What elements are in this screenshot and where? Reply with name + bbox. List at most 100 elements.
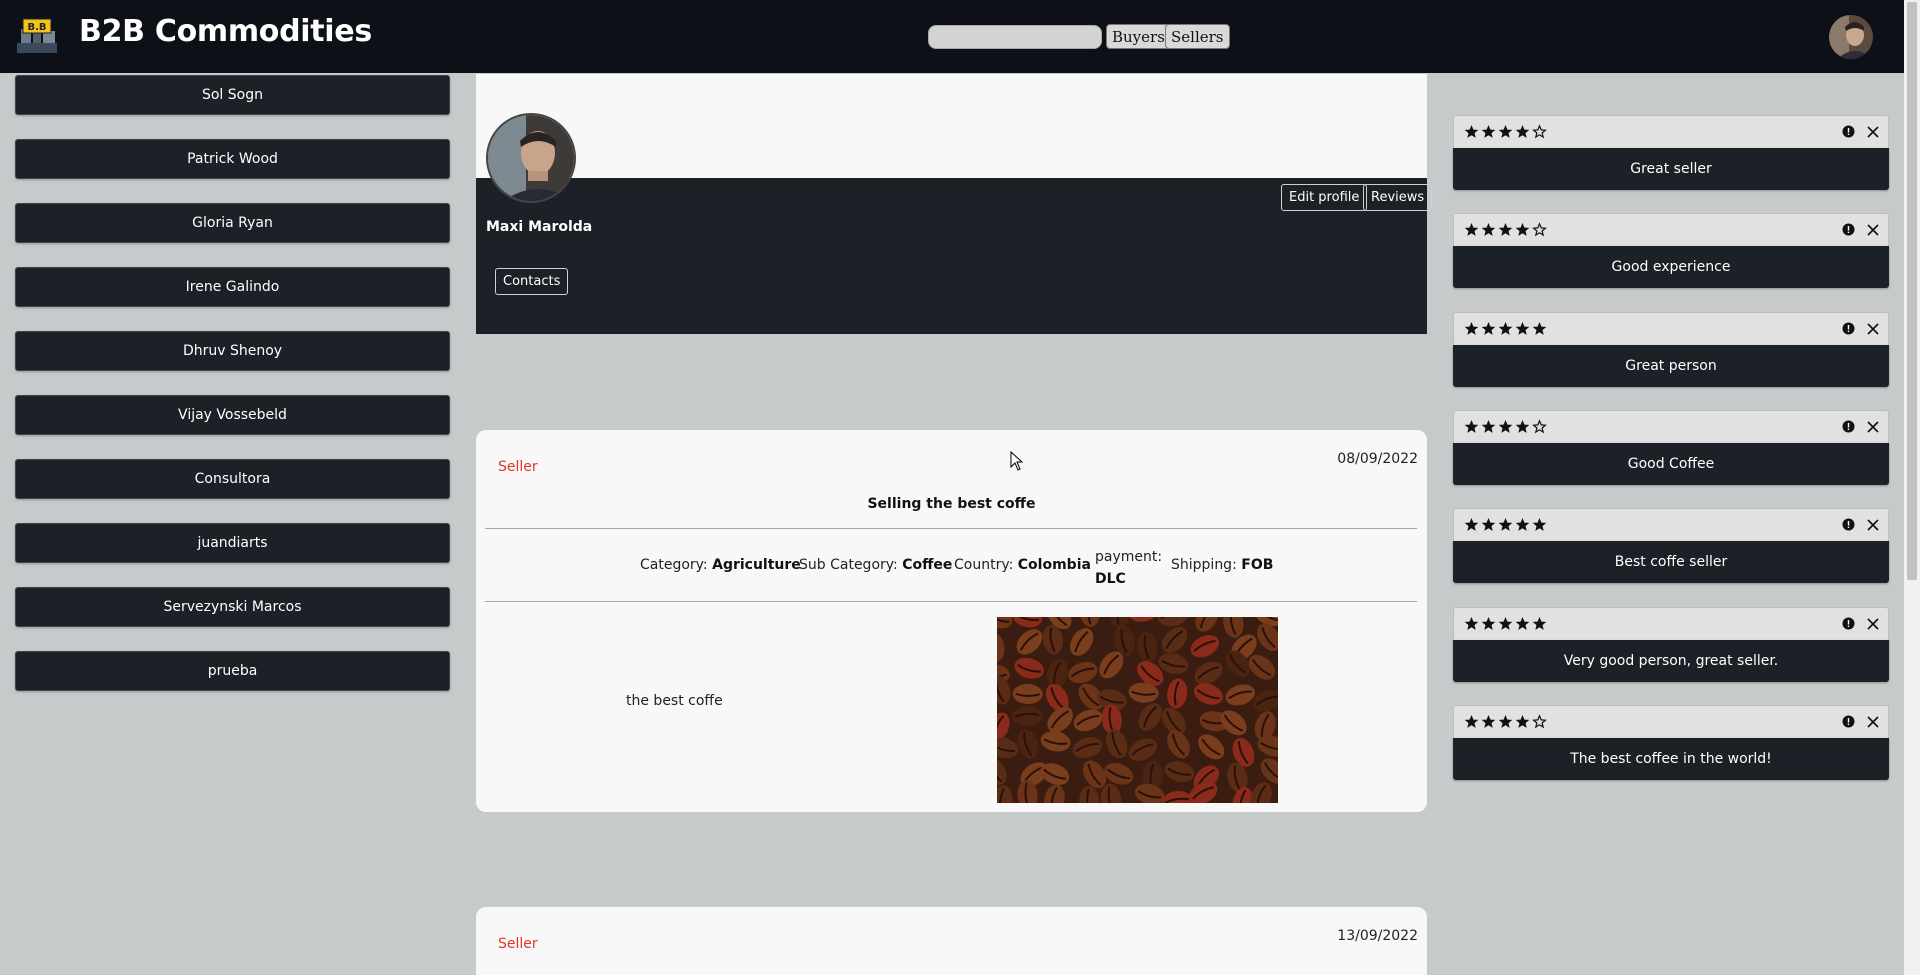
- contact-item[interactable]: Vijay Vossebeld: [15, 395, 450, 435]
- close-icon[interactable]: [1865, 124, 1881, 140]
- star-rating: [1464, 616, 1547, 631]
- post-category: Category: Agriculture: [640, 557, 801, 573]
- close-icon[interactable]: [1865, 517, 1881, 533]
- post-date: 13/09/2022: [1337, 928, 1418, 944]
- star-filled-icon: [1532, 617, 1547, 630]
- star-filled-icon: [1464, 617, 1479, 630]
- review-header: [1453, 213, 1889, 246]
- close-icon[interactable]: [1865, 321, 1881, 337]
- profile-avatar: [486, 113, 576, 203]
- info-icon[interactable]: [1842, 715, 1855, 728]
- star-rating: [1464, 321, 1547, 336]
- star-filled-icon: [1481, 617, 1496, 630]
- star-filled-icon: [1464, 322, 1479, 335]
- close-icon[interactable]: [1865, 714, 1881, 730]
- top-navbar: B.B B2B Commodities Buyers Sellers: [0, 0, 1904, 73]
- svg-text:B.B: B.B: [27, 22, 46, 33]
- divider: [485, 528, 1417, 529]
- review-text: Great seller: [1453, 148, 1889, 190]
- contact-item[interactable]: Sol Sogn: [15, 75, 450, 115]
- star-filled-icon: [1481, 715, 1496, 728]
- review-text: Best coffe seller: [1453, 541, 1889, 583]
- star-filled-icon: [1464, 223, 1479, 236]
- close-icon[interactable]: [1865, 222, 1881, 238]
- star-filled-icon: [1464, 518, 1479, 531]
- edit-profile-button[interactable]: Edit profile: [1281, 184, 1368, 211]
- profile-photo: [488, 115, 574, 201]
- contact-item[interactable]: prueba: [15, 651, 450, 691]
- star-filled-icon: [1498, 125, 1513, 138]
- page-scrollbar-thumb[interactable]: [1907, 2, 1917, 580]
- review-text: Good Coffee: [1453, 443, 1889, 485]
- contact-item[interactable]: Dhruv Shenoy: [15, 331, 450, 371]
- star-rating: [1464, 714, 1547, 729]
- star-filled-icon: [1532, 518, 1547, 531]
- info-icon[interactable]: [1842, 322, 1855, 335]
- contact-item[interactable]: Gloria Ryan: [15, 203, 450, 243]
- brand-title[interactable]: B2B Commodities: [79, 14, 372, 49]
- info-icon[interactable]: [1842, 518, 1855, 531]
- star-rating: [1464, 124, 1547, 139]
- contact-item[interactable]: juandiarts: [15, 523, 450, 563]
- star-filled-icon: [1515, 617, 1530, 630]
- post-role: Seller: [498, 936, 538, 952]
- reviews-button[interactable]: Reviews: [1363, 184, 1433, 211]
- review-header: [1453, 312, 1889, 345]
- info-icon[interactable]: [1842, 223, 1855, 236]
- star-filled-icon: [1498, 518, 1513, 531]
- star-filled-icon: [1481, 518, 1496, 531]
- contact-item[interactable]: Consultora: [15, 459, 450, 499]
- review-text: The best coffee in the world!: [1453, 738, 1889, 780]
- post-country: Country: Colombia: [954, 557, 1091, 573]
- user-avatar[interactable]: [1829, 15, 1873, 59]
- profile-name: Maxi Marolda: [486, 219, 593, 235]
- close-icon[interactable]: [1865, 419, 1881, 435]
- info-icon[interactable]: [1842, 125, 1855, 138]
- star-empty-icon: [1532, 124, 1547, 139]
- contacts-button[interactable]: Contacts: [495, 268, 569, 295]
- star-filled-icon: [1532, 322, 1547, 335]
- contact-item[interactable]: Irene Galindo: [15, 267, 450, 307]
- user-avatar-photo: [1829, 15, 1873, 59]
- post-subcategory: Sub Category: Coffee: [799, 557, 953, 573]
- brand-logo-icon[interactable]: B.B: [15, 17, 59, 57]
- post-title: Selling the best coffe: [867, 496, 1036, 512]
- star-rating: [1464, 517, 1547, 532]
- star-filled-icon: [1498, 322, 1513, 335]
- star-filled-icon: [1498, 617, 1513, 630]
- review-header: [1453, 508, 1889, 541]
- buyers-button[interactable]: Buyers: [1106, 24, 1171, 49]
- review-header: [1453, 410, 1889, 443]
- star-rating: [1464, 419, 1547, 434]
- divider: [485, 601, 1417, 602]
- review-header: [1453, 115, 1889, 148]
- star-filled-icon: [1464, 125, 1479, 138]
- sellers-button[interactable]: Sellers: [1165, 24, 1230, 49]
- star-filled-icon: [1515, 125, 1530, 138]
- post-card: Seller 08/09/2022 Selling the best coffe…: [476, 430, 1427, 812]
- close-icon[interactable]: [1865, 616, 1881, 632]
- post-card: Seller 13/09/2022: [476, 907, 1427, 975]
- star-filled-icon: [1515, 420, 1530, 433]
- post-shipping: Shipping: FOB: [1171, 557, 1274, 573]
- star-filled-icon: [1481, 322, 1496, 335]
- star-filled-icon: [1515, 715, 1530, 728]
- info-icon[interactable]: [1842, 420, 1855, 433]
- star-filled-icon: [1481, 223, 1496, 236]
- star-empty-icon: [1532, 222, 1547, 237]
- profile-cover: [476, 74, 1427, 178]
- review-text: Great person: [1453, 345, 1889, 387]
- review-text: Good experience: [1453, 246, 1889, 288]
- search-input[interactable]: [928, 25, 1102, 49]
- review-header: [1453, 607, 1889, 640]
- star-empty-icon: [1532, 714, 1547, 729]
- post-image[interactable]: [997, 617, 1278, 803]
- star-filled-icon: [1498, 420, 1513, 433]
- star-filled-icon: [1515, 518, 1530, 531]
- info-icon[interactable]: [1842, 617, 1855, 630]
- mouse-cursor-icon: [1010, 451, 1024, 471]
- post-description: the best coffe: [626, 693, 723, 709]
- contact-item[interactable]: Patrick Wood: [15, 139, 450, 179]
- post-role: Seller: [498, 459, 538, 475]
- contact-item[interactable]: Servezynski Marcos: [15, 587, 450, 627]
